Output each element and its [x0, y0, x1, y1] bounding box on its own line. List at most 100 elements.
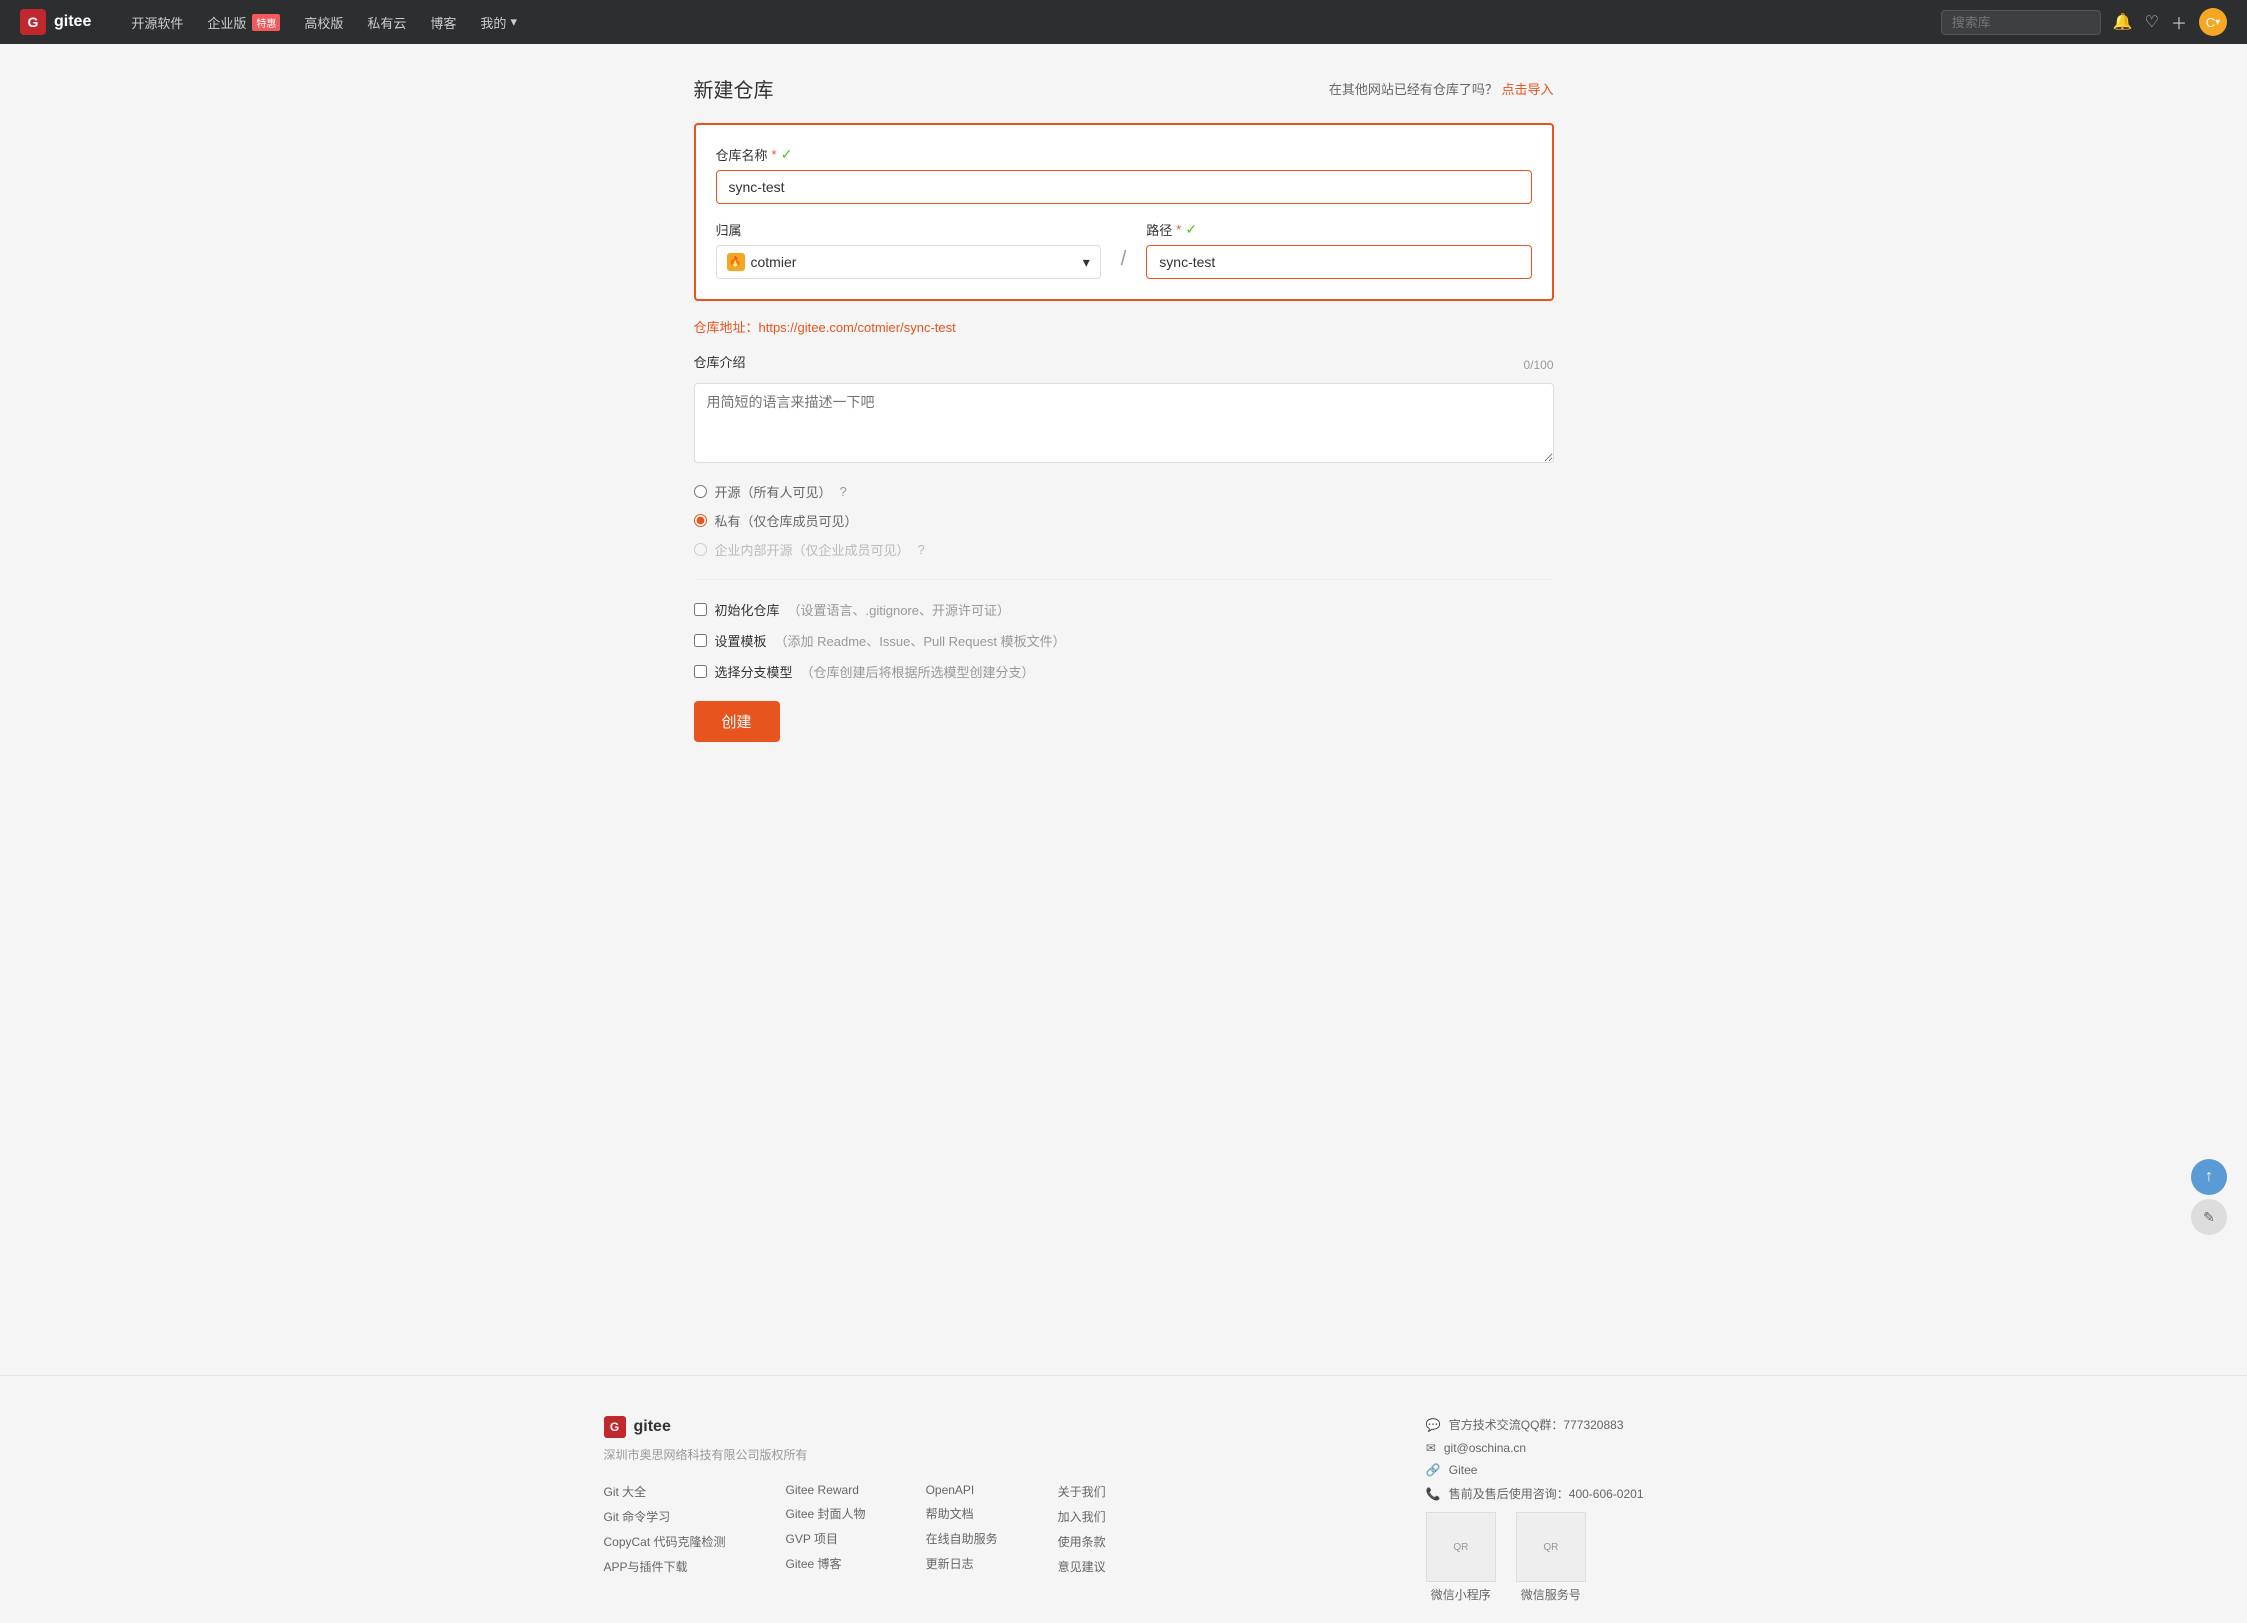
- phone-icon: 📞: [1426, 1487, 1441, 1501]
- footer-link-reward[interactable]: Gitee Reward: [786, 1483, 866, 1497]
- qq-icon: 💬: [1426, 1418, 1441, 1432]
- footer-link-gvp[interactable]: GVP 项目: [786, 1530, 866, 1547]
- radio-private[interactable]: 私有（仅仓库成员可见）: [694, 511, 1554, 530]
- checkbox-init[interactable]: 初始化仓库 （设置语言、.gitignore、开源许可证）: [694, 600, 1554, 619]
- required-star: *: [772, 147, 777, 162]
- footer: G gitee 深圳市奥思网络科技有限公司版权所有 Git 大全 Git 命令学…: [0, 1375, 2247, 1623]
- header-nav: 开源软件 企业版 特惠 高校版 私有云 博客 我的 ▾: [121, 9, 1940, 36]
- path-required-star: *: [1176, 222, 1181, 237]
- footer-left: G gitee 深圳市奥思网络科技有限公司版权所有 Git 大全 Git 命令学…: [604, 1416, 1106, 1575]
- header: G gitee 开源软件 企业版 特惠 高校版 私有云 博客 我的 ▾ 🔔 ♡ …: [0, 0, 2247, 44]
- footer-col-4: 关于我们 加入我们 使用条款 意见建议: [1058, 1483, 1106, 1575]
- footer-link-app[interactable]: APP与插件下载: [604, 1558, 726, 1575]
- desc-counter: 0/100: [1523, 358, 1553, 372]
- footer-logo-icon: G: [604, 1416, 626, 1438]
- path-check-icon: ✓: [1185, 221, 1197, 238]
- logo[interactable]: G gitee: [20, 9, 91, 35]
- footer-link-help[interactable]: 帮助文档: [926, 1505, 998, 1522]
- checkbox-init-input[interactable]: [694, 603, 707, 616]
- page-header: 新建仓库 在其他网站已经有仓库了吗？ 点击导入: [694, 74, 1554, 103]
- float-top-btn[interactable]: ↑: [2191, 1159, 2227, 1195]
- checkbox-group: 初始化仓库 （设置语言、.gitignore、开源许可证） 设置模板 （添加 R…: [694, 600, 1554, 681]
- footer-col-3: OpenAPI 帮助文档 在线自助服务 更新日志: [926, 1483, 998, 1575]
- qr-service: QR 微信服务号: [1516, 1512, 1586, 1603]
- footer-link-updates[interactable]: 更新日志: [926, 1555, 998, 1572]
- footer-logo: G gitee: [604, 1416, 1106, 1438]
- nav-enterprise[interactable]: 企业版 特惠: [197, 9, 290, 36]
- owner-label: 归属: [716, 220, 1101, 239]
- checkbox-template-input[interactable]: [694, 634, 707, 647]
- chevron-down-icon: ▾: [510, 14, 517, 30]
- radio-public[interactable]: 开源（所有人可见） ?: [694, 482, 1554, 501]
- path-input[interactable]: [1146, 245, 1531, 279]
- nav-blog[interactable]: 博客: [420, 9, 466, 36]
- search-input[interactable]: [1941, 10, 2101, 35]
- footer-link-terms[interactable]: 使用条款: [1058, 1533, 1106, 1550]
- footer-col-2: Gitee Reward Gitee 封面人物 GVP 项目 Gitee 博客: [786, 1483, 866, 1575]
- help-icon: ?: [840, 484, 847, 499]
- float-buttons: ↑ ✎: [2191, 1159, 2227, 1235]
- avatar[interactable]: C ▾: [2199, 8, 2227, 36]
- owner-col: 归属 🔥 cotmier ▾: [716, 220, 1101, 279]
- owner-select[interactable]: 🔥 cotmier ▾: [716, 245, 1101, 279]
- repo-name-card: 仓库名称 * ✓ 归属 🔥 cotmier: [694, 123, 1554, 301]
- footer-link-faces[interactable]: Gitee 封面人物: [786, 1505, 866, 1522]
- chevron-down-icon: ▾: [2215, 17, 2220, 28]
- footer-links: Git 大全 Git 命令学习 CopyCat 代码克隆检测 APP与插件下载 …: [604, 1483, 1106, 1575]
- checkbox-branch-model-input[interactable]: [694, 665, 707, 678]
- nav-university[interactable]: 高校版: [294, 9, 353, 36]
- header-right: 🔔 ♡ ＋ C ▾: [1941, 8, 2227, 36]
- desc-textarea[interactable]: [694, 383, 1554, 463]
- bookmark-icon[interactable]: ♡: [2145, 12, 2159, 32]
- nav-private-cloud[interactable]: 私有云: [357, 9, 416, 36]
- footer-link-git-all[interactable]: Git 大全: [604, 1483, 726, 1500]
- nav-mine[interactable]: 我的 ▾: [470, 9, 527, 36]
- divider: [694, 579, 1554, 580]
- repo-name-group: 仓库名称 * ✓: [716, 145, 1532, 204]
- owner-path-row: 归属 🔥 cotmier ▾ / 路径: [716, 220, 1532, 279]
- checkbox-template[interactable]: 设置模板 （添加 Readme、Issue、Pull Request 模板文件）: [694, 631, 1554, 650]
- footer-link-copycat[interactable]: CopyCat 代码克隆检测: [604, 1533, 726, 1550]
- import-link[interactable]: 点击导入: [1501, 82, 1553, 97]
- email-icon: ✉: [1426, 1441, 1436, 1455]
- footer-contact-phone: 📞 售前及售后使用咨询：400-606-0201: [1426, 1485, 1644, 1502]
- footer-link-about[interactable]: 关于我们: [1058, 1483, 1106, 1500]
- footer-link-self-service[interactable]: 在线自助服务: [926, 1530, 998, 1547]
- gitee-logo-icon: G: [20, 9, 46, 35]
- footer-link-join[interactable]: 加入我们: [1058, 1508, 1106, 1525]
- checkbox-branch-model[interactable]: 选择分支模型 （仓库创建后将根据所选模型创建分支）: [694, 662, 1554, 681]
- repo-name-input[interactable]: [716, 170, 1532, 204]
- main-content: 新建仓库 在其他网站已经有仓库了吗？ 点击导入 仓库名称 * ✓: [0, 44, 2247, 1335]
- help-icon-enterprise: ?: [918, 542, 925, 557]
- footer-contact-gitee: 🔗 Gitee: [1426, 1463, 1644, 1477]
- name-check-icon: ✓: [781, 146, 793, 163]
- desc-label: 仓库介绍: [694, 352, 746, 371]
- nav-opensource[interactable]: 开源软件: [121, 9, 193, 36]
- footer-right: 💬 官方技术交流QQ群：777320883 ✉ git@oschina.cn 🔗…: [1426, 1416, 1644, 1603]
- footer-link-feedback[interactable]: 意见建议: [1058, 1558, 1106, 1575]
- import-link-area: 在其他网站已经有仓库了吗？ 点击导入: [1329, 79, 1554, 98]
- visibility-group: 开源（所有人可见） ? 私有（仅仓库成员可见） 企业内部开源（仅企业成员可见） …: [694, 482, 1554, 559]
- page-container: 新建仓库 在其他网站已经有仓库了吗？ 点击导入 仓库名称 * ✓: [674, 44, 1574, 772]
- create-repo-form: 仓库名称 * ✓ 归属 🔥 cotmier: [694, 123, 1554, 742]
- plus-icon[interactable]: ＋: [2171, 10, 2187, 34]
- logo-text: gitee: [54, 13, 91, 31]
- repo-name-label: 仓库名称 * ✓: [716, 145, 1532, 164]
- gitee-icon: 🔗: [1426, 1463, 1441, 1477]
- radio-enterprise[interactable]: 企业内部开源（仅企业成员可见） ?: [694, 540, 1554, 559]
- create-button[interactable]: 创建: [694, 701, 780, 742]
- footer-contact-qq: 💬 官方技术交流QQ群：777320883: [1426, 1416, 1644, 1433]
- bell-icon[interactable]: 🔔: [2113, 12, 2133, 32]
- radio-enterprise-input[interactable]: [694, 543, 707, 556]
- footer-link-openapi[interactable]: OpenAPI: [926, 1483, 998, 1497]
- owner-avatar: 🔥: [727, 253, 745, 271]
- footer-copyright: 深圳市奥思网络科技有限公司版权所有: [604, 1446, 1106, 1463]
- path-label: 路径 * ✓: [1146, 220, 1531, 239]
- float-feedback-btn[interactable]: ✎: [2191, 1199, 2227, 1235]
- footer-link-git-cmd[interactable]: Git 命令学习: [604, 1508, 726, 1525]
- radio-private-input[interactable]: [694, 514, 707, 527]
- radio-public-input[interactable]: [694, 485, 707, 498]
- footer-col-1: Git 大全 Git 命令学习 CopyCat 代码克隆检测 APP与插件下载: [604, 1483, 726, 1575]
- footer-link-blog[interactable]: Gitee 博客: [786, 1555, 866, 1572]
- footer-contact-email: ✉ git@oschina.cn: [1426, 1441, 1644, 1455]
